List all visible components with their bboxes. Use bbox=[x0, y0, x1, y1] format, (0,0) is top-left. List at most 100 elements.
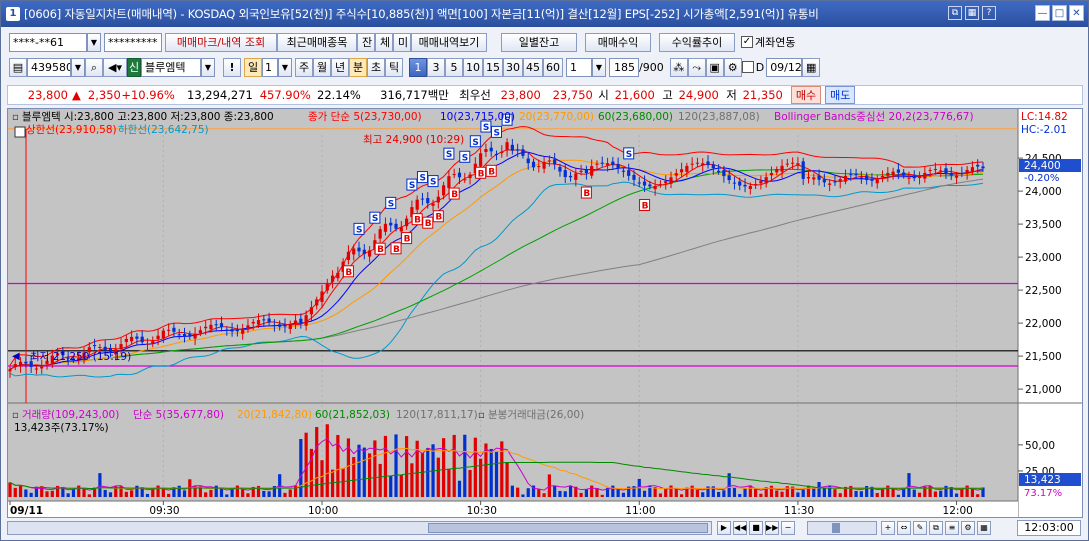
minute-10-button[interactable]: 10 bbox=[463, 57, 483, 77]
scrollbar-track[interactable] bbox=[7, 521, 712, 535]
recent-trades-button[interactable]: 최근매매종목 bbox=[277, 32, 357, 52]
drawing-icon[interactable]: ⤳ bbox=[687, 57, 706, 77]
trade-profit-button[interactable]: 매매수익 bbox=[585, 32, 651, 52]
period-second-button[interactable]: 초 bbox=[367, 57, 385, 77]
minimize-icon[interactable]: — bbox=[1035, 5, 1050, 21]
minute-45-button[interactable]: 45 bbox=[523, 57, 543, 77]
forward-icon[interactable]: ▶▶ bbox=[765, 521, 779, 535]
link-icon[interactable]: ⧉ bbox=[948, 6, 962, 20]
sell-button[interactable]: 매도 bbox=[825, 86, 856, 104]
list-icon[interactable]: ≡ bbox=[945, 521, 959, 535]
filled-button[interactable]: 체 bbox=[375, 32, 393, 52]
gear-icon[interactable]: ⚙ bbox=[723, 57, 742, 77]
rewind-icon[interactable]: ◀◀ bbox=[733, 521, 747, 535]
return-trend-button[interactable]: 수익률추이 bbox=[659, 32, 735, 52]
candle-body bbox=[8, 369, 12, 372]
candle-body bbox=[981, 166, 985, 169]
stop-icon[interactable]: ■ bbox=[749, 521, 763, 535]
date-input[interactable]: 09/12 bbox=[766, 57, 803, 77]
volume-bar bbox=[521, 494, 525, 497]
volume-bar bbox=[965, 485, 969, 497]
alert-button[interactable]: ! bbox=[223, 57, 241, 77]
interval-dropdown[interactable]: ▼ bbox=[592, 57, 606, 77]
period-tick-button[interactable]: 틱 bbox=[385, 57, 403, 77]
bar-count-field[interactable]: 185 bbox=[609, 57, 639, 77]
candle-body bbox=[627, 170, 631, 176]
period-day-button[interactable]: 일 bbox=[244, 57, 262, 77]
candle-body bbox=[415, 199, 419, 210]
zoom-in-icon[interactable]: + bbox=[881, 521, 895, 535]
minute-30-button[interactable]: 30 bbox=[503, 57, 523, 77]
date-checkbox[interactable] bbox=[741, 61, 754, 73]
password-input[interactable]: ********* bbox=[104, 32, 162, 52]
stock-code-dropdown[interactable]: ▼ bbox=[71, 57, 85, 77]
period-minute-button[interactable]: 분 bbox=[349, 57, 367, 77]
minute-1-button[interactable]: 1 bbox=[409, 57, 427, 77]
period-year-button[interactable]: 년 bbox=[331, 57, 349, 77]
account-dropdown[interactable]: ▼ bbox=[87, 32, 101, 52]
pin-icon[interactable]: ✎ bbox=[913, 521, 927, 535]
chart-canvas[interactable]: SSSSSSSSSSSSSBBBBBBBBBBBB 24,50024,00023… bbox=[8, 109, 1082, 517]
account-input[interactable]: ****-**61 bbox=[9, 32, 87, 52]
grid-icon[interactable]: ▦ bbox=[965, 6, 979, 20]
candle-body bbox=[463, 179, 467, 181]
vol-settings-icon[interactable]: ▫ bbox=[12, 410, 19, 421]
play-icon[interactable]: ▶ bbox=[717, 521, 731, 535]
period-month-button[interactable]: 월 bbox=[313, 57, 331, 77]
stock-name-dropdown[interactable]: ▼ bbox=[201, 57, 215, 77]
mark-query-button[interactable]: 매매마크/내역 조회 bbox=[165, 32, 277, 52]
legend-vol-amount: 분봉거래대금(26,00) bbox=[488, 409, 584, 421]
search-icon[interactable]: ⌕ bbox=[85, 57, 103, 77]
help-icon[interactable]: ? bbox=[982, 6, 996, 20]
save-icon[interactable]: ▣ bbox=[705, 57, 724, 77]
candle-body bbox=[912, 175, 916, 179]
calendar-icon[interactable]: ▦ bbox=[802, 57, 821, 77]
grid-toggle-icon[interactable]: ▦ bbox=[977, 521, 991, 535]
period-week-button[interactable]: 주 bbox=[295, 57, 313, 77]
minute-60-button[interactable]: 60 bbox=[543, 57, 563, 77]
zoom-out-icon[interactable]: − bbox=[781, 521, 795, 535]
maximize-icon[interactable]: □ bbox=[1052, 5, 1067, 21]
candle-body bbox=[98, 347, 102, 349]
copy-icon[interactable]: ⧉ bbox=[929, 521, 943, 535]
close-icon[interactable]: ✕ bbox=[1069, 5, 1084, 21]
period-num-dropdown[interactable]: ▼ bbox=[278, 57, 292, 77]
interval-field[interactable]: 1 bbox=[566, 57, 592, 77]
trade-history-button[interactable]: 매매내역보기 bbox=[411, 32, 487, 52]
daily-balance-button[interactable]: 일별잔고 bbox=[501, 32, 577, 52]
candle-body bbox=[426, 198, 430, 204]
scrollbar-thumb[interactable] bbox=[428, 523, 708, 533]
volume-bar bbox=[405, 436, 409, 497]
balance-button[interactable]: 잔 bbox=[357, 32, 375, 52]
stock-code-input[interactable]: 439580 bbox=[27, 57, 71, 77]
minute-15-button[interactable]: 15 bbox=[483, 57, 503, 77]
buy-button[interactable]: 매수 bbox=[790, 86, 822, 104]
indicator-icon[interactable]: ⁂ bbox=[669, 57, 688, 77]
account-link-checkbox[interactable]: ✓ bbox=[741, 36, 753, 48]
layout-icon[interactable]: ▤ bbox=[9, 57, 27, 77]
buy-mark-label: B bbox=[345, 268, 352, 278]
candle-body bbox=[933, 169, 938, 171]
config-icon[interactable]: ⚙ bbox=[961, 521, 975, 535]
minute-5-button[interactable]: 5 bbox=[445, 57, 463, 77]
zoom-slider[interactable] bbox=[807, 521, 877, 535]
chart-area[interactable]: SSSSSSSSSSSSSBBBBBBBBBBBB 24,50024,00023… bbox=[7, 108, 1083, 518]
settings-icon[interactable]: ▫ bbox=[12, 112, 19, 123]
fit-icon[interactable]: ⇔ bbox=[897, 521, 911, 535]
period-num-field[interactable]: 1 bbox=[262, 57, 278, 77]
zoom-slider-thumb[interactable] bbox=[832, 523, 840, 533]
speaker-icon[interactable]: ◀▾ bbox=[103, 57, 127, 77]
price-tick-label: 22,500 bbox=[1025, 285, 1062, 297]
amount-settings-icon[interactable]: ▫ bbox=[478, 410, 485, 421]
unfilled-button[interactable]: 미 bbox=[393, 32, 411, 52]
candle-body bbox=[796, 163, 800, 166]
candle-body bbox=[209, 324, 213, 330]
candle-body bbox=[669, 177, 673, 184]
hc-label: HC:-2.01 bbox=[1021, 124, 1067, 136]
minute-3-button[interactable]: 3 bbox=[427, 57, 445, 77]
candle-body bbox=[553, 159, 557, 165]
volume-bar bbox=[849, 485, 853, 497]
calc-icon[interactable] bbox=[14, 126, 26, 138]
time-tick-label: 11:30 bbox=[784, 505, 814, 517]
volume-bar bbox=[806, 485, 811, 497]
